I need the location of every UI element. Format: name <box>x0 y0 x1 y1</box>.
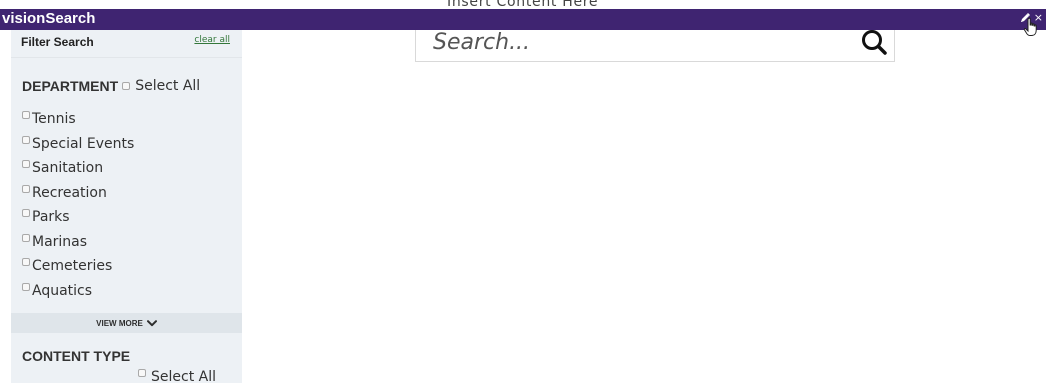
department-option-sanitation[interactable]: Sanitation <box>22 156 232 181</box>
department-list: Tennis Special Events Sanitation Recreat… <box>22 107 232 303</box>
chevron-down-icon <box>146 319 157 326</box>
search-icon <box>862 30 887 55</box>
clear-all-link[interactable]: clear all <box>194 35 230 45</box>
cemeteries-checkbox[interactable] <box>22 258 30 267</box>
visionsearch-brand: visionSearch <box>2 10 96 27</box>
department-option-label: Cemeteries <box>32 258 113 275</box>
content-type-select-all-checkbox[interactable] <box>138 369 146 377</box>
department-header: DEPARTMENT Select All <box>22 77 240 95</box>
view-more-label: VIEW MORE <box>96 318 143 328</box>
department-option-label: Special Events <box>32 135 135 152</box>
department-option-tennis[interactable]: Tennis <box>22 107 232 132</box>
hand-cursor-icon <box>1023 17 1037 36</box>
department-option-label: Aquatics <box>32 282 93 299</box>
filter-search-header: Filter Search clear all <box>21 35 230 51</box>
aquatics-checkbox[interactable] <box>22 282 30 291</box>
department-option-label: Tennis <box>32 111 76 128</box>
sanitation-checkbox[interactable] <box>22 160 30 169</box>
special-events-checkbox[interactable] <box>22 135 30 144</box>
filter-search-title: Filter Search <box>21 35 94 49</box>
content-type-select-all-label: Select All <box>151 369 216 383</box>
marinas-checkbox[interactable] <box>22 233 30 242</box>
department-select-all-checkbox[interactable] <box>122 82 131 90</box>
department-option-label: Recreation <box>32 184 107 201</box>
content-type-select-all[interactable]: Select All <box>138 367 216 383</box>
department-option-cemeteries[interactable]: Cemeteries <box>22 254 232 279</box>
content-type-title: CONTENT TYPE <box>22 348 131 364</box>
filter-sidebar: Filter Search clear all DEPARTMENT Selec… <box>11 30 242 383</box>
search-input[interactable] <box>433 28 843 56</box>
view-more-button[interactable]: VIEW MORE <box>11 313 242 333</box>
search-button[interactable] <box>860 28 888 56</box>
vision-search-page: Insert Content Here visionSearch × Filte… <box>0 0 1046 383</box>
department-select-all-label: Select All <box>135 78 201 94</box>
department-option-parks[interactable]: Parks <box>22 205 232 230</box>
visionsearch-topbar: visionSearch × <box>0 9 1046 30</box>
filter-divider <box>11 57 242 58</box>
parks-checkbox[interactable] <box>22 209 30 218</box>
department-select-all[interactable]: Select All <box>122 78 200 94</box>
department-option-label: Marinas <box>32 233 88 250</box>
recreation-checkbox[interactable] <box>22 184 30 193</box>
department-option-label: Sanitation <box>32 160 104 177</box>
department-option-special-events[interactable]: Special Events <box>22 132 232 157</box>
department-option-recreation[interactable]: Recreation <box>22 181 232 206</box>
department-option-aquatics[interactable]: Aquatics <box>22 279 232 304</box>
department-option-label: Parks <box>32 209 70 226</box>
department-option-marinas[interactable]: Marinas <box>22 230 232 255</box>
department-title: DEPARTMENT <box>22 78 119 94</box>
tennis-checkbox[interactable] <box>22 111 30 120</box>
